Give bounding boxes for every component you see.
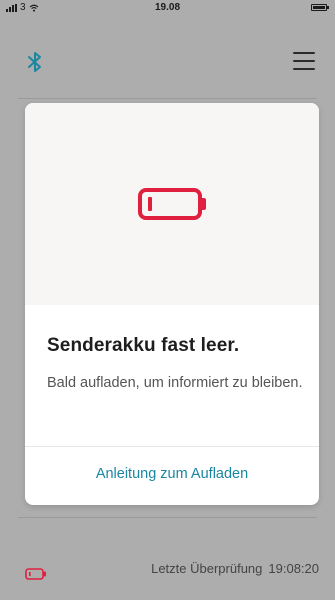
header-divider (18, 98, 317, 99)
bluetooth-icon[interactable] (25, 50, 45, 74)
alert-title: Senderakku fast leer. (47, 335, 240, 356)
alert-message: Bald aufladen, um informiert zu bleiben. (47, 375, 303, 391)
alert-card: Senderakku fast leer. Bald aufladen, um … (25, 103, 319, 505)
charging-instructions-link[interactable]: Anleitung zum Aufladen (25, 466, 319, 482)
screen: 3 19.08 Senderakku fast leer. Bald aufla… (0, 0, 335, 600)
last-check-status: Letzte Überprüfung 19:08:20 (151, 561, 319, 576)
status-battery-icon (311, 4, 329, 11)
status-time: 19.08 (154, 2, 181, 13)
last-check-label: Letzte Überprüfung (151, 561, 263, 576)
footer-divider (18, 517, 317, 518)
battery-low-icon (138, 188, 206, 220)
last-check-time: 19:08:20 (268, 561, 319, 576)
card-divider (25, 446, 319, 447)
hamburger-menu-icon[interactable] (293, 52, 315, 70)
battery-low-icon (25, 568, 46, 580)
status-bar: 3 19.08 (0, 0, 335, 16)
